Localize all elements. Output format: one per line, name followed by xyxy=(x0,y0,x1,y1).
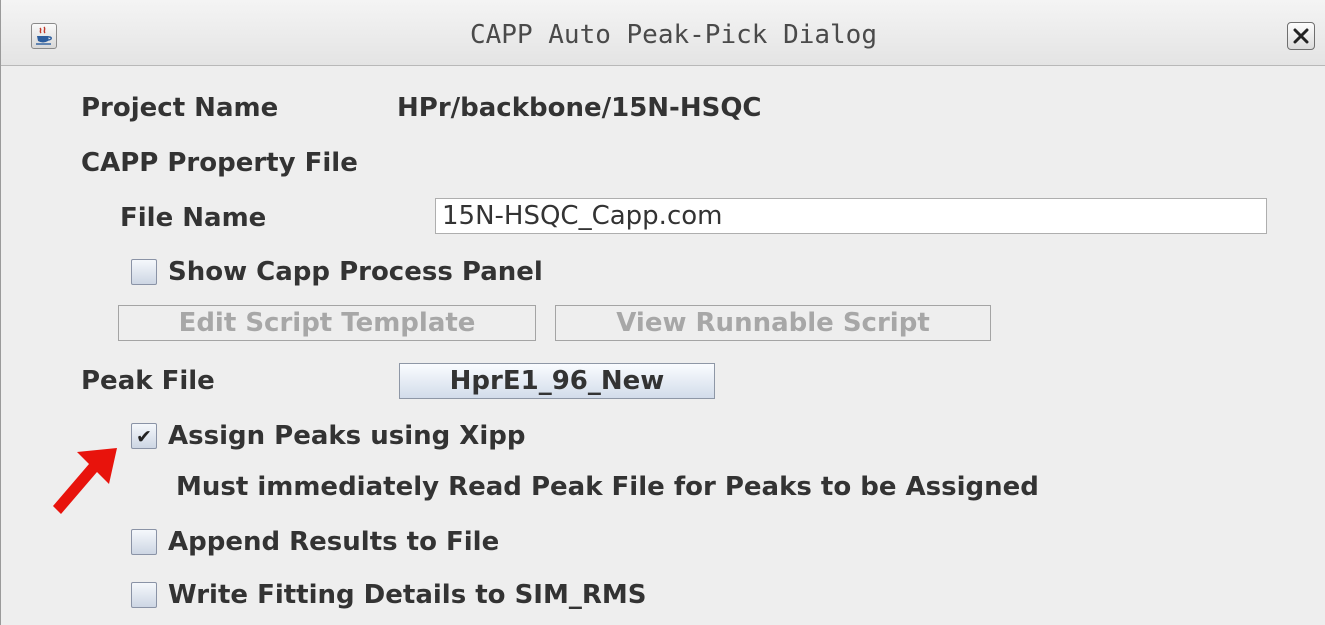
capp-property-file-label: CAPP Property File xyxy=(81,148,358,178)
show-capp-process-panel-checkbox[interactable] xyxy=(131,259,157,285)
checkmark-icon: ✔ xyxy=(136,426,152,448)
project-name-label: Project Name xyxy=(81,93,279,123)
show-capp-process-panel-label[interactable]: Show Capp Process Panel xyxy=(168,257,543,287)
peak-file-button[interactable]: HprE1_96_New xyxy=(399,363,715,399)
window-title: CAPP Auto Peak-Pick Dialog xyxy=(470,20,877,50)
edit-script-template-button[interactable]: Edit Script Template xyxy=(118,305,536,341)
title-bar[interactable]: CAPP Auto Peak-Pick Dialog xyxy=(1,0,1325,66)
peak-file-label: Peak File xyxy=(81,366,215,396)
file-name-label: File Name xyxy=(120,203,267,233)
assign-peaks-label[interactable]: Assign Peaks using Xipp xyxy=(168,421,525,451)
close-button[interactable] xyxy=(1287,22,1315,50)
project-name-value: HPr/backbone/15N-HSQC xyxy=(397,93,762,123)
close-x-icon xyxy=(1293,28,1309,44)
append-results-label[interactable]: Append Results to File xyxy=(168,527,499,557)
assign-peaks-checkbox[interactable]: ✔ xyxy=(131,423,157,449)
write-fitting-details-label[interactable]: Write Fitting Details to SIM_RMS xyxy=(168,580,646,610)
append-results-checkbox[interactable] xyxy=(131,529,157,555)
write-fitting-details-checkbox[interactable] xyxy=(131,582,157,608)
view-runnable-script-button[interactable]: View Runnable Script xyxy=(555,305,991,341)
file-name-input[interactable]: 15N-HSQC_Capp.com xyxy=(435,198,1267,234)
capp-auto-peak-pick-dialog: CAPP Auto Peak-Pick Dialog Project Name … xyxy=(0,0,1325,625)
assign-peaks-note: Must immediately Read Peak File for Peak… xyxy=(176,472,1039,502)
red-arrow-icon xyxy=(53,448,117,514)
